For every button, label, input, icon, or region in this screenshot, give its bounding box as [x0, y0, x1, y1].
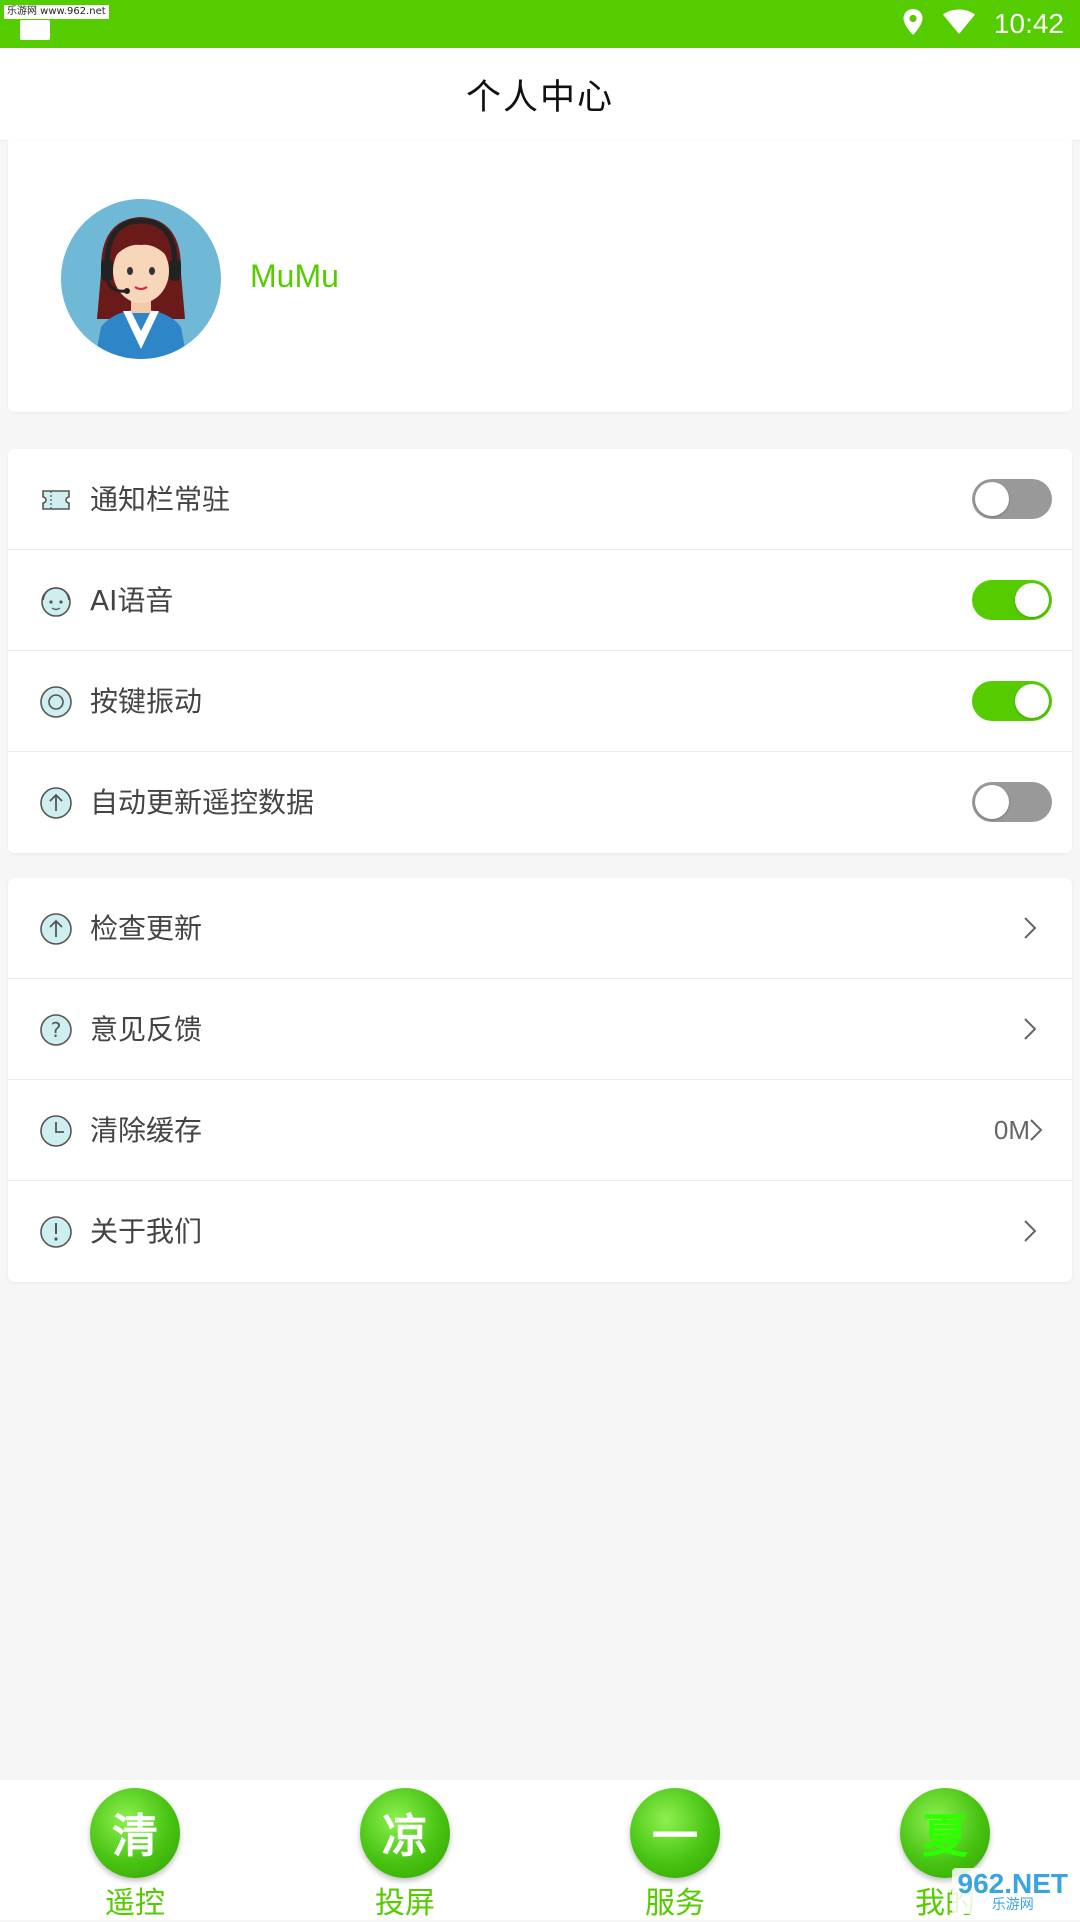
- setting-key-vibration[interactable]: 按键振动: [8, 651, 1072, 752]
- clock-icon: [38, 1113, 74, 1149]
- menu-check-update[interactable]: 检查更新: [8, 878, 1072, 979]
- setting-notification-pinned[interactable]: 通知栏常驻: [8, 449, 1072, 550]
- nav-bubble-icon: 一: [630, 1788, 720, 1878]
- nav-remote[interactable]: 清 遥控: [0, 1780, 270, 1921]
- app-header: 个人中心: [0, 48, 1080, 141]
- setting-auto-update-data[interactable]: 自动更新遥控数据: [8, 752, 1072, 853]
- svg-text:?: ?: [51, 1018, 62, 1042]
- nav-bubble-char: 凉: [382, 1809, 428, 1863]
- nav-bubble-char: 夏: [922, 1809, 968, 1863]
- nav-bubble-icon: 凉: [360, 1788, 450, 1878]
- watermark-text: 962.NET: [957, 1868, 1069, 1899]
- vibrate-icon: [38, 684, 74, 720]
- menu-label: 关于我们: [90, 1215, 203, 1248]
- upload-icon: [38, 785, 74, 821]
- nav-service[interactable]: 一 服务: [540, 1780, 810, 1921]
- menu-label: 意见反馈: [90, 1013, 203, 1046]
- toggle-switch-on[interactable]: [972, 580, 1052, 620]
- bottom-nav: 清 遥控 凉 投屏 一 服务 夏 我的 962.NET 乐游网: [0, 1780, 1080, 1921]
- username[interactable]: MuMu: [250, 258, 339, 295]
- chevron-right-icon: [1022, 1117, 1048, 1143]
- upload-icon: [38, 911, 74, 947]
- watermark-label: 乐游网 www.962.net: [4, 5, 109, 19]
- wifi-icon: [942, 9, 976, 39]
- ticket-icon: [38, 482, 74, 518]
- question-icon: ?: [38, 1012, 74, 1048]
- avatar[interactable]: [61, 199, 221, 359]
- status-icons: 10:42: [902, 0, 1064, 48]
- status-time: 10:42: [993, 8, 1064, 39]
- setting-label: 通知栏常驻: [90, 483, 231, 516]
- toggle-switch-off[interactable]: [972, 479, 1052, 519]
- page-title: 个人中心: [465, 77, 614, 118]
- nav-bubble-char: 清: [112, 1809, 158, 1863]
- nav-bubble-char: 一: [652, 1809, 698, 1863]
- toggle-switch-off[interactable]: [972, 782, 1052, 822]
- face-icon: [38, 583, 74, 619]
- menu-feedback[interactable]: ? 意见反馈: [8, 979, 1072, 1080]
- menu-label: 检查更新: [90, 912, 203, 945]
- nav-cast[interactable]: 凉 投屏: [270, 1780, 540, 1921]
- nav-bubble-icon: 清: [90, 1788, 180, 1878]
- nav-bubble-icon: 夏: [900, 1788, 990, 1878]
- setting-label: AI语音: [90, 584, 174, 617]
- menu-card: 检查更新 ? 意见反馈 清除缓存 0M 关于我们: [8, 878, 1072, 1282]
- nav-label: 服务: [645, 1886, 705, 1921]
- nav-label: 投屏: [375, 1886, 435, 1921]
- location-icon: [902, 8, 924, 40]
- watermark-subtext: 乐游网: [991, 1897, 1034, 1913]
- setting-label: 按键振动: [90, 685, 203, 718]
- notification-icon: [20, 20, 50, 40]
- nav-label: 遥控: [105, 1886, 165, 1921]
- toggle-switch-on[interactable]: [972, 681, 1052, 721]
- chevron-right-icon: [1016, 1218, 1042, 1244]
- menu-clear-cache[interactable]: 清除缓存 0M: [8, 1080, 1072, 1181]
- menu-label: 清除缓存: [90, 1114, 203, 1147]
- chevron-right-icon: [1016, 915, 1042, 941]
- chevron-right-icon: [1016, 1016, 1042, 1042]
- menu-about-us[interactable]: 关于我们: [8, 1181, 1072, 1282]
- status-bar: 乐游网 www.962.net 10:42: [0, 0, 1080, 48]
- setting-ai-voice[interactable]: AI语音: [8, 550, 1072, 651]
- settings-card: 通知栏常驻 AI语音 按键振动 自动更新遥控数据: [8, 449, 1072, 853]
- info-icon: [38, 1214, 74, 1250]
- watermark-logo: 962.NET 乐游网: [951, 1868, 1074, 1914]
- profile-card[interactable]: MuMu: [8, 140, 1072, 412]
- customer-service-avatar-icon: [61, 199, 221, 359]
- setting-label: 自动更新遥控数据: [90, 786, 315, 819]
